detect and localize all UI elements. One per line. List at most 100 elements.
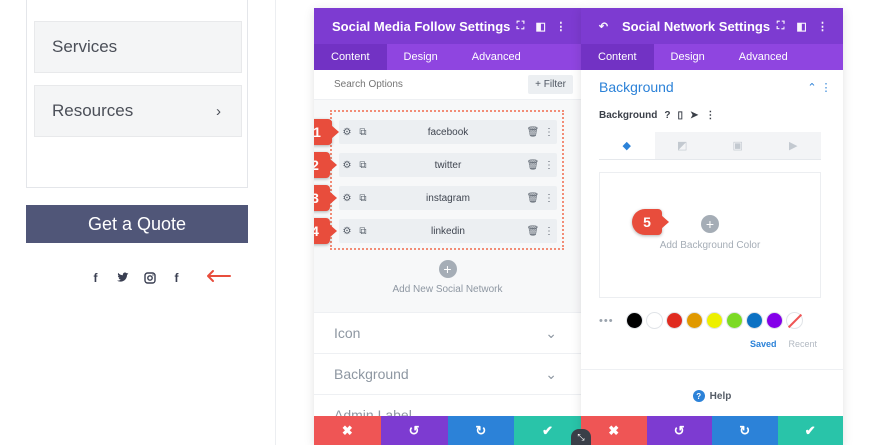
chevron-down-icon: ⌄ [545,365,557,382]
more-options-icon[interactable]: ⋮ [541,193,557,204]
image-icon[interactable]: ▣ [710,132,766,159]
help-link[interactable]: ? Help [581,390,843,402]
color-swatch[interactable] [666,312,683,329]
panel-title: Social Media Follow Settings [332,18,511,34]
recent-colors-tab[interactable]: Recent [788,339,817,349]
tab-content[interactable]: Content [581,44,654,70]
menu-card: Services Resources › [26,0,248,188]
color-fill-icon[interactable]: ◆ [599,132,655,159]
gear-icon[interactable]: ⚙ [339,127,355,138]
trash-icon[interactable]: 🗑 [525,226,541,237]
facebook-icon[interactable]: f [169,270,184,285]
filter-button[interactable]: + Filter [528,75,573,94]
get-a-quote-button[interactable]: Get a Quote [26,205,248,243]
site-preview: Services Resources › Get a Quote f f [0,0,276,445]
tab-content[interactable]: Content [314,44,387,70]
gear-icon[interactable]: ⚙ [339,193,355,204]
step-badge: 1 [314,119,339,145]
more-options-icon[interactable]: ⋮ [812,20,833,33]
add-background-color-label: Add Background Color [659,240,761,251]
twitter-icon[interactable] [115,270,130,285]
social-follow-icons: f f [88,270,184,285]
more-options-icon[interactable]: ⋮ [541,160,557,171]
palette-tabs: Saved Recent [599,339,843,349]
responsive-icon[interactable]: ▯ [677,110,683,121]
video-icon[interactable]: ▶ [765,132,821,159]
more-options-icon[interactable]: ⋮ [819,81,833,94]
duplicate-icon[interactable]: ⧉ [355,226,371,237]
more-options-icon[interactable]: ⋮ [705,110,715,121]
help-icon[interactable]: ? [664,110,670,121]
gear-icon[interactable]: ⚙ [339,160,355,171]
more-options-icon[interactable]: ⋮ [541,226,557,237]
color-swatch[interactable] [626,312,643,329]
menu-item-label: Resources [52,101,134,120]
chevron-up-icon[interactable]: ⌃ [805,81,819,94]
split-view-icon[interactable]: ◧ [791,20,812,33]
facebook-icon[interactable]: f [88,270,103,285]
redo-button[interactable]: ↻ [447,416,515,445]
back-arrow-icon[interactable]: ↶ [593,20,614,33]
network-item-instagram[interactable]: ⚙ ⧉ instagram 🗑 ⋮ [339,186,557,210]
fullscreen-icon[interactable]: ⛶ [510,20,530,33]
network-label: facebook [427,126,469,138]
duplicate-icon[interactable]: ⧉ [355,127,371,138]
tab-advanced[interactable]: Advanced [455,44,538,70]
plus-icon[interactable]: + [701,215,719,233]
color-swatch[interactable] [766,312,783,329]
tab-advanced[interactable]: Advanced [722,44,805,70]
background-type-tabs: ◆ ◩ ▣ ▶ [599,132,821,160]
save-button[interactable]: ✔ [777,416,843,445]
network-item-linkedin[interactable]: ⚙ ⧉ linkedin 🗑 ⋮ [339,219,557,243]
no-color-swatch[interactable] [786,312,803,329]
discard-button[interactable]: ✖ [314,416,381,445]
network-label: linkedin [431,225,465,237]
menu-item-resources[interactable]: Resources › [34,85,242,137]
add-network-label: Add New Social Network [392,284,503,295]
undo-button[interactable]: ↺ [646,416,712,445]
search-row: + Filter [314,70,581,100]
duplicate-icon[interactable]: ⧉ [355,193,371,204]
tab-design[interactable]: Design [654,44,722,70]
background-section-header[interactable]: Background ⌃ ⋮ [599,70,843,104]
trash-icon[interactable]: 🗑 [525,160,541,171]
more-options-icon[interactable]: ⋮ [551,20,571,33]
network-item-twitter[interactable]: ⚙ ⧉ twitter 🗑 ⋮ [339,153,557,177]
more-colors-icon[interactable]: ••• [599,315,623,327]
search-options-input[interactable] [334,79,529,90]
section-icon[interactable]: Icon ⌄ [314,312,581,353]
undo-button[interactable]: ↺ [380,416,448,445]
background-color-picker[interactable]: + Add Background Color 5 [599,172,821,298]
duplicate-icon[interactable]: ⧉ [355,160,371,171]
network-label: instagram [426,192,470,204]
color-swatch[interactable] [726,312,743,329]
color-swatch[interactable] [746,312,763,329]
saved-colors-tab[interactable]: Saved [750,339,777,349]
arrow-left-icon [207,270,231,282]
color-swatch[interactable] [686,312,703,329]
more-options-icon[interactable]: ⋮ [541,127,557,138]
instagram-icon[interactable] [142,270,157,285]
add-new-social-network-button[interactable]: + Add New Social Network [314,260,581,295]
trash-icon[interactable]: 🗑 [525,127,541,138]
menu-item-services[interactable]: Services [34,21,242,73]
trash-icon[interactable]: 🗑 [525,193,541,204]
section-title: Background [599,79,674,95]
gear-icon[interactable]: ⚙ [339,226,355,237]
divider [581,369,843,370]
tab-design[interactable]: Design [387,44,455,70]
fullscreen-icon[interactable]: ⛶ [770,20,791,33]
panel-tabs: Content Design Advanced [314,44,581,70]
resize-handle-icon[interactable]: ⤡ [571,429,591,445]
section-background[interactable]: Background ⌄ [314,353,581,394]
split-view-icon[interactable]: ◧ [531,20,551,33]
network-item-facebook[interactable]: ⚙ ⧉ facebook 🗑 ⋮ [339,120,557,144]
panel-header: ↶ Social Network Settings ⛶ ◧ ⋮ [581,8,843,44]
color-swatch[interactable] [706,312,723,329]
color-swatch[interactable] [646,312,663,329]
gradient-icon[interactable]: ◩ [654,132,710,159]
hover-cursor-icon[interactable]: ➤ [690,110,698,121]
redo-button[interactable]: ↻ [712,416,778,445]
network-label: twitter [434,159,462,171]
social-network-list: ⚙ ⧉ facebook 🗑 ⋮ ⚙ ⧉ twitter 🗑 ⋮ ⚙ ⧉ ins… [314,100,581,312]
